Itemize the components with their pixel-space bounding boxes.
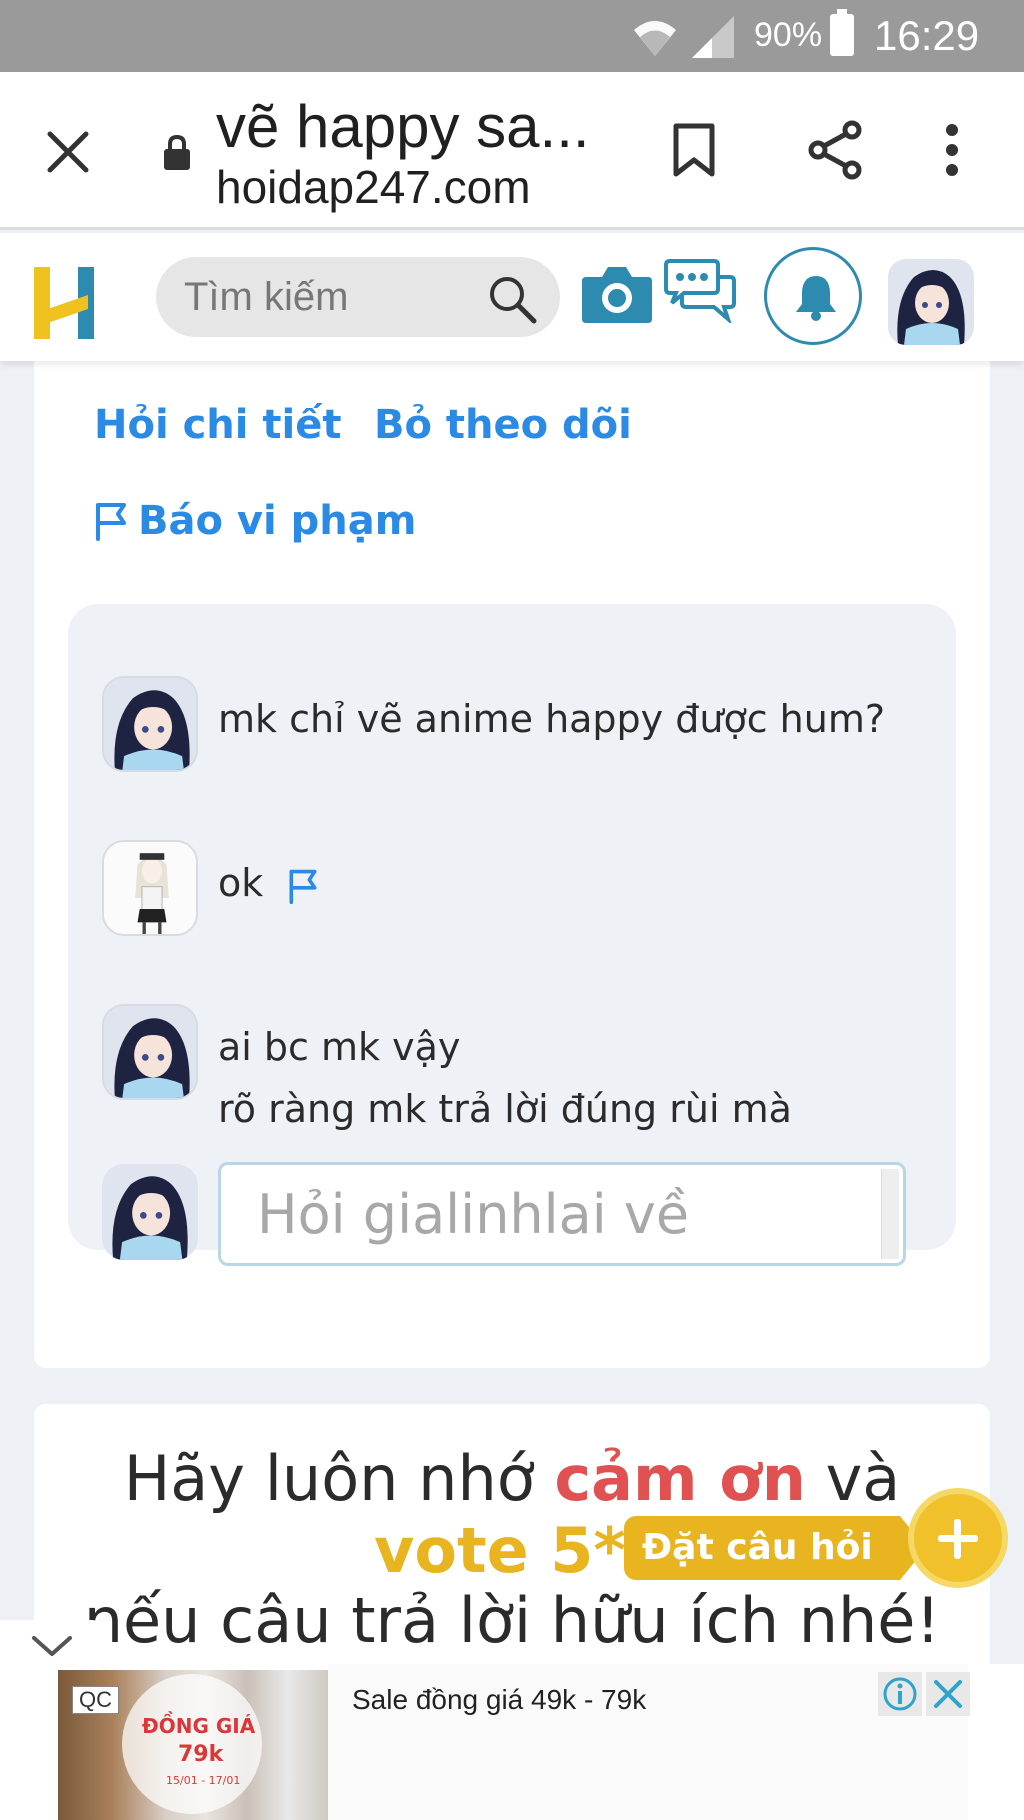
battery-icon	[830, 9, 854, 56]
ad-image-date: 15/01 - 17/01	[166, 1774, 241, 1787]
reply-input[interactable]	[221, 1165, 903, 1263]
comment-text: mk chỉ vẽ anime happy được hum?	[218, 697, 886, 741]
question-card: Hỏi chi tiết Bỏ theo dõi Báo vi phạm mk …	[34, 350, 990, 1368]
comment-thread: mk chỉ vẽ anime happy được hum? ok ai bc…	[68, 604, 956, 1266]
reply-field[interactable]	[218, 1162, 906, 1266]
site-header	[0, 233, 1024, 361]
ad-text[interactable]: Sale đồng giá 49k - 79k	[352, 1684, 646, 1716]
clock: 16:29	[874, 12, 980, 59]
close-icon[interactable]	[40, 124, 96, 180]
site-logo[interactable]	[32, 265, 98, 341]
wifi-icon	[634, 21, 676, 56]
thanks-text: Hãy luôn nhớ	[123, 1442, 555, 1515]
ad-image-text: ĐỒNG GIÁ	[142, 1714, 256, 1738]
ad-badge: QC	[72, 1686, 119, 1714]
bookmark-icon[interactable]	[672, 122, 716, 178]
flag-icon[interactable]	[287, 868, 319, 904]
comment-text: ok	[218, 861, 264, 905]
ask-detail-link[interactable]: Hỏi chi tiết	[94, 402, 342, 448]
flag-icon	[96, 503, 126, 541]
share-icon[interactable]	[806, 120, 866, 180]
page-domain[interactable]: hoidap247.com	[216, 160, 531, 214]
search-box[interactable]	[156, 257, 560, 337]
thanks-line-3: nếu câu trả lời hữu ích nhé!	[83, 1584, 941, 1657]
search-input[interactable]	[184, 273, 484, 321]
bell-icon	[796, 276, 836, 321]
avatar	[102, 1164, 198, 1260]
report-button[interactable]: Báo vi phạm	[94, 498, 416, 544]
reply-scrollbar[interactable]	[881, 1169, 899, 1259]
thanks-highlight: cảm ơn	[554, 1442, 806, 1515]
comment-text: rõ ràng mk trả lời đúng rùi mà	[218, 1087, 792, 1131]
page-title[interactable]: vẽ happy sa...	[216, 92, 590, 161]
ad-banner[interactable]: ĐỒNG GIÁ 79k 15/01 - 17/01 QC Sale đồng …	[0, 1664, 1024, 1820]
ad-image-price: 79k	[178, 1742, 224, 1767]
avatar[interactable]	[102, 840, 198, 936]
ask-question-label[interactable]: Đặt câu hỏi	[624, 1516, 926, 1580]
unfollow-link[interactable]: Bỏ theo dõi	[374, 402, 632, 448]
thanks-text: và	[805, 1442, 901, 1515]
chat-icon[interactable]	[664, 257, 738, 323]
comment-text: ai bc mk vậy	[218, 1025, 461, 1069]
thanks-line-1: Hãy luôn nhớ cảm ơn và	[34, 1442, 990, 1515]
lock-icon	[164, 134, 190, 170]
signal-icon	[692, 16, 734, 58]
plus-icon[interactable]	[908, 1488, 1008, 1588]
info-icon[interactable]	[878, 1672, 922, 1716]
user-avatar[interactable]	[888, 259, 974, 345]
close-icon[interactable]	[926, 1672, 970, 1716]
battery-percent: 90%	[754, 16, 823, 54]
more-icon[interactable]	[944, 122, 960, 178]
notification-button[interactable]	[764, 247, 862, 345]
status-bar: 90% 16:29	[0, 0, 1024, 72]
browser-toolbar: vẽ happy sa... hoidap247.com	[0, 72, 1024, 230]
camera-icon[interactable]	[580, 263, 654, 325]
avatar[interactable]	[102, 676, 198, 772]
search-icon[interactable]	[486, 273, 540, 327]
avatar[interactable]	[102, 1004, 198, 1100]
thanks-vote: vote 5*	[374, 1514, 626, 1587]
report-label: Báo vi phạm	[138, 498, 417, 544]
